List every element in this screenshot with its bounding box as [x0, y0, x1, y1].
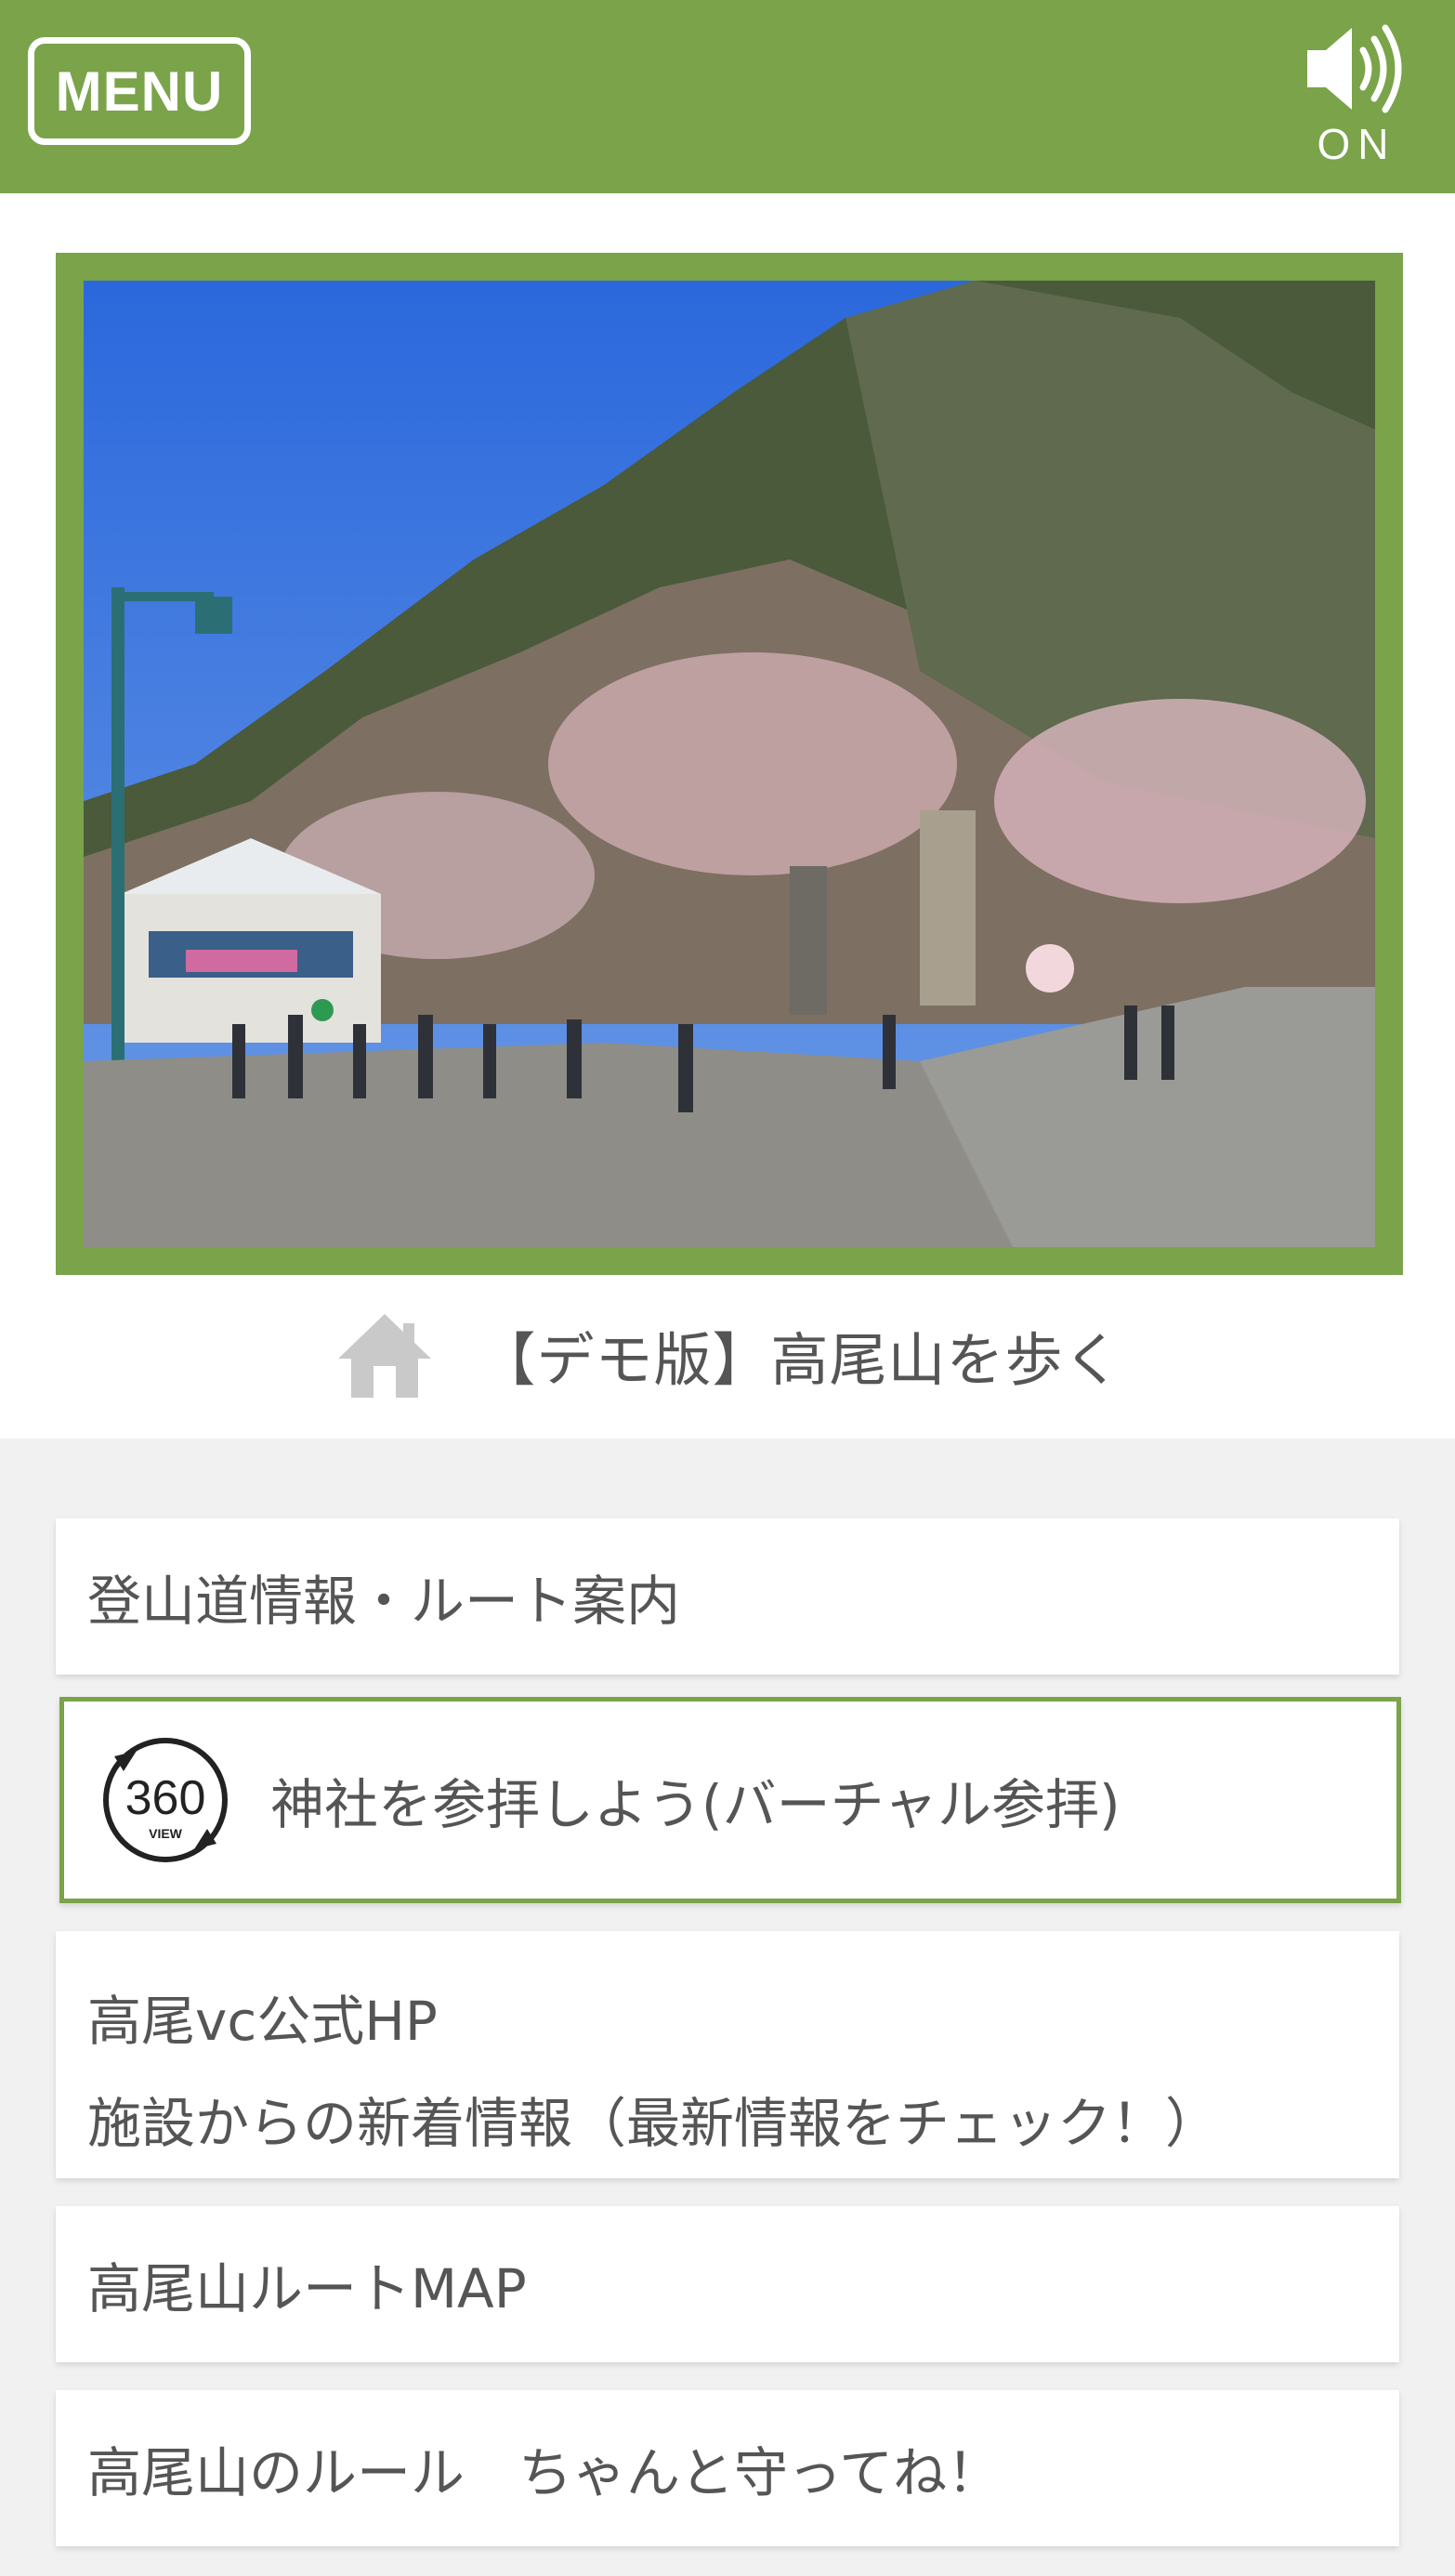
hero-panel: 【デモ版】高尾山を歩く	[0, 193, 1455, 1439]
page-title-row: 【デモ版】高尾山を歩く	[0, 1299, 1455, 1411]
home-icon[interactable]	[333, 1308, 437, 1401]
360-view-icon: 360 VIEW	[103, 1738, 228, 1862]
menu-item-label: 高尾山ルートMAP	[87, 2257, 527, 2320]
photo-takaosan-entrance	[84, 281, 1375, 1247]
menu-item-label: 高尾山のルール ちゃんと守ってね！	[87, 2441, 1002, 2504]
app-header: MENU ON	[0, 0, 1455, 193]
speaker-icon	[1307, 24, 1402, 113]
hero-photo-frame	[56, 253, 1403, 1275]
menu-item-line2: 施設からの新着情報（最新情報をチェック！）	[87, 2092, 1220, 2155]
menu-button[interactable]: MENU	[28, 37, 251, 145]
page-title: 【デモ版】高尾山を歩く	[478, 1326, 1122, 1394]
menu-item-virtual-shrine[interactable]: 360 VIEW 神社を参拝しよう(バーチャル参拝)	[59, 1697, 1401, 1903]
menu-item-rules[interactable]: 高尾山のルール ちゃんと守ってね！	[56, 2390, 1399, 2546]
menu-item-official-hp[interactable]: 高尾vc公式HP 施設からの新着情報（最新情報をチェック！）	[56, 1931, 1399, 2178]
menu-item-label: 登山道情報・ルート案内	[87, 1570, 681, 1633]
hero-photo[interactable]	[84, 281, 1375, 1247]
sound-toggle-button[interactable]: ON	[1296, 19, 1417, 168]
menu-item-line1: 高尾vc公式HP	[87, 1990, 438, 2053]
menu-item-trail-info[interactable]: 登山道情報・ルート案内	[56, 1518, 1399, 1675]
menu-item-route-map[interactable]: 高尾山ルートMAP	[56, 2206, 1399, 2362]
sound-state-label: ON	[1317, 120, 1396, 168]
svg-text:VIEW: VIEW	[149, 1826, 183, 1841]
menu-item-label: 神社を参拝しよう(バーチャル参拝)	[270, 1773, 1121, 1836]
svg-text:360: 360	[125, 1771, 206, 1825]
